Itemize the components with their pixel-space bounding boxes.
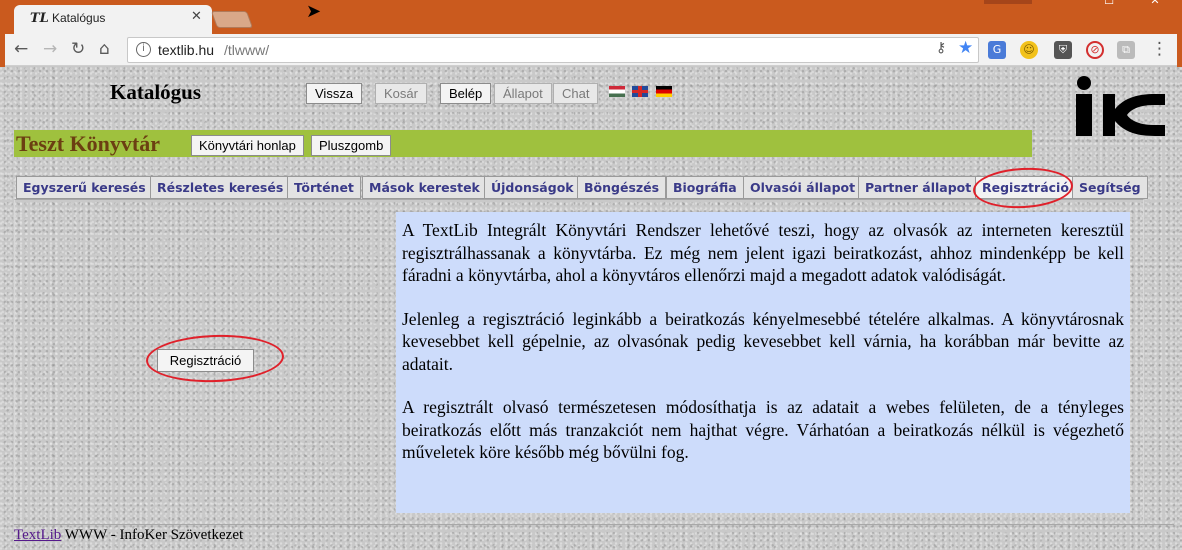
registration-info-box: A TextLib Integrált Könyvtári Rendszer l… (396, 212, 1130, 513)
library-bar: Teszt Könyvtár Könyvtári honlap Pluszgom… (14, 130, 1032, 157)
menu-dots-icon[interactable]: ⋮ (1151, 39, 1168, 59)
close-icon[interactable]: ✕ (191, 9, 202, 24)
tab-advanced-search[interactable]: Részletes keresés (150, 176, 291, 199)
library-name: Teszt Könyvtár (16, 131, 161, 156)
tab-browse[interactable]: Böngészés (577, 176, 667, 199)
new-tab-button[interactable] (210, 11, 254, 28)
tab-new-items[interactable]: Újdonságok (484, 176, 581, 199)
login-button[interactable]: Belép (440, 83, 492, 104)
plus-button[interactable]: Pluszgomb (311, 135, 392, 156)
tab-registration[interactable]: Regisztráció (975, 176, 1076, 199)
tab-simple-search[interactable]: Egyszerű keresés (16, 176, 153, 199)
key-icon[interactable]: ⚷ (936, 40, 946, 56)
browser-tab[interactable]: TL Katalógus ✕ (14, 5, 212, 34)
textlib-favicon-icon: TL (30, 11, 49, 26)
tab-others-searched[interactable]: Mások kerestek (362, 176, 487, 199)
url-path: /tlwww/ (224, 42, 270, 58)
english-flag-icon[interactable] (632, 86, 648, 97)
minimize-button[interactable] (984, 0, 1032, 4)
page-content: Katalógus Vissza Kosár Belép Állapot Cha… (0, 67, 1182, 550)
tab-reader-status[interactable]: Olvasói állapot (743, 176, 863, 199)
bookmark-star-icon[interactable]: ★ (958, 38, 973, 58)
maximize-icon[interactable]: ☐ (1086, 0, 1132, 10)
status-button[interactable]: Állapot (494, 83, 552, 104)
tab-biography[interactable]: Biográfia (666, 176, 744, 199)
browser-titlebar: TL Katalógus ✕ ➤ ☐ ✕ (0, 0, 1182, 34)
reload-icon[interactable]: ↻ (71, 39, 85, 59)
back-arrow-icon[interactable]: ← (14, 39, 28, 59)
browser-toolbar: ← → ↻ ⌂ i textlib.hu /tlwww/ ⚷ ★ G ☺ ⛨ ⊘… (0, 34, 1182, 66)
hungarian-flag-icon[interactable] (609, 86, 625, 97)
url-host: textlib.hu (158, 42, 215, 58)
tab-history[interactable]: Történet (287, 176, 361, 199)
smiley-extension-icon[interactable]: ☺ (1020, 41, 1038, 59)
german-flag-icon[interactable] (656, 86, 672, 97)
home-icon[interactable]: ⌂ (99, 39, 110, 59)
mouse-cursor-icon: ➤ (306, 1, 322, 22)
window-close-icon[interactable]: ✕ (1132, 0, 1178, 10)
infoker-logo-icon (1076, 76, 1165, 136)
info-paragraph: Jelenleg a regisztráció leginkább a beir… (402, 308, 1124, 374)
info-paragraph: A TextLib Integrált Könyvtári Rendszer l… (402, 220, 1124, 285)
info-icon[interactable]: i (136, 42, 151, 57)
shield-extension-icon[interactable]: ⛨ (1054, 41, 1072, 59)
footer: TextLib WWW - InfoKer Szövetkezet (14, 524, 1174, 544)
textlib-link[interactable]: TextLib (14, 527, 61, 543)
tab-partner-status[interactable]: Partner állapot (858, 176, 979, 199)
footer-text: WWW - InfoKer Szövetkezet (61, 527, 244, 543)
info-paragraph: A regisztrált olvasó természetesen módos… (402, 397, 1124, 462)
translate-extension-icon[interactable]: G (988, 41, 1006, 59)
page-title: Katalógus (110, 80, 202, 104)
chat-button[interactable]: Chat (553, 83, 599, 104)
tab-help[interactable]: Segítség (1072, 176, 1148, 199)
block-extension-icon[interactable]: ⊘ (1086, 41, 1104, 59)
forward-arrow-icon[interactable]: → (43, 39, 57, 59)
pdf-extension-icon[interactable]: ⧉ (1117, 41, 1135, 59)
tab-title: Katalógus (52, 11, 106, 25)
address-bar[interactable]: i textlib.hu /tlwww/ ⚷ ★ (127, 37, 979, 63)
cart-button[interactable]: Kosár (375, 83, 427, 104)
library-homepage-button[interactable]: Könyvtári honlap (191, 135, 304, 156)
back-button[interactable]: Vissza (306, 83, 363, 104)
registration-button[interactable]: Regisztráció (157, 349, 254, 372)
